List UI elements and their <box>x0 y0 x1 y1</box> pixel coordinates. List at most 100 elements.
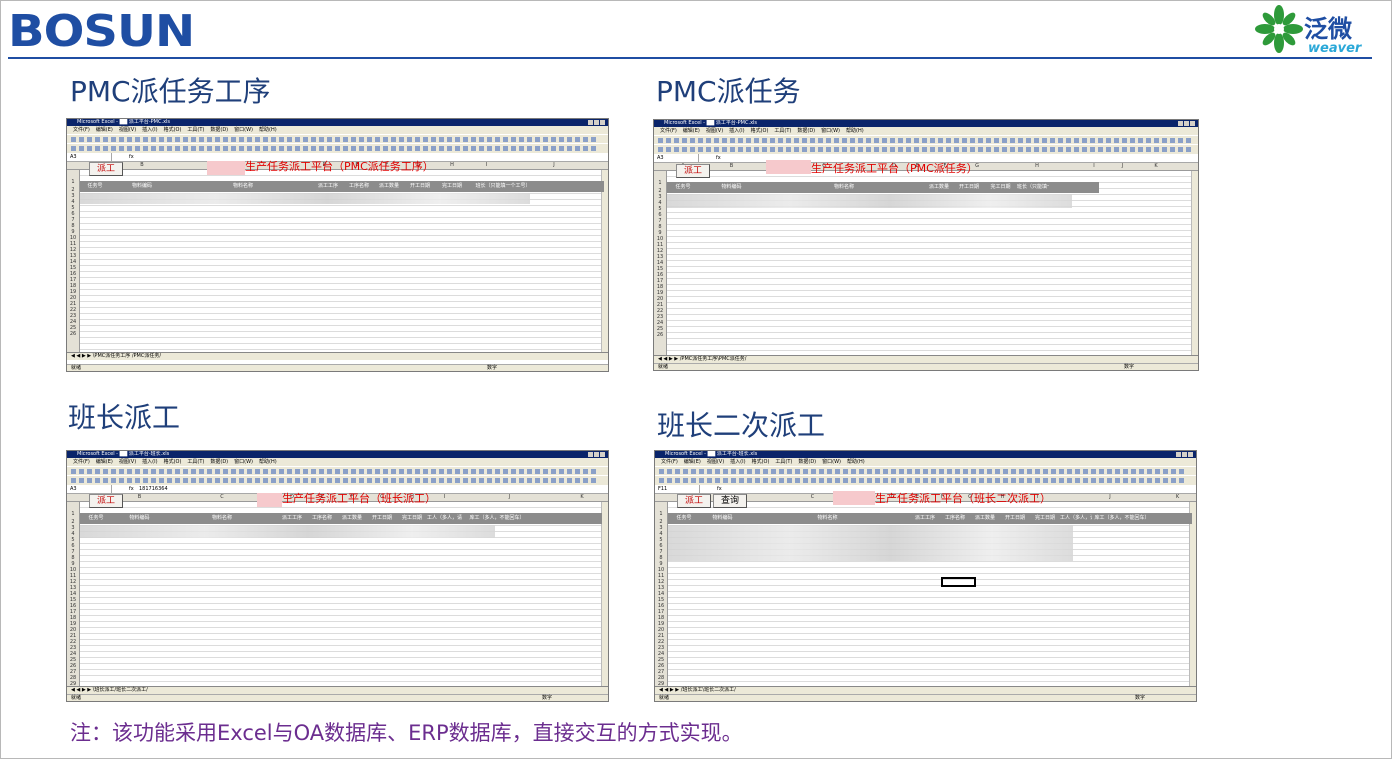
toolbar-button-icon[interactable] <box>1058 138 1063 143</box>
maximize-button[interactable] <box>1184 121 1189 126</box>
toolbar-button-icon[interactable] <box>1130 138 1135 143</box>
toolbar-button-icon[interactable] <box>175 478 180 483</box>
toolbar-button-icon[interactable] <box>279 469 284 474</box>
toolbar-button-icon[interactable] <box>319 469 324 474</box>
toolbar-button-icon[interactable] <box>103 478 108 483</box>
toolbar-button-icon[interactable] <box>1115 469 1120 474</box>
toolbar-button-icon[interactable] <box>1146 138 1151 143</box>
table-header-cell[interactable]: 开工日期 <box>404 181 436 192</box>
toolbar-button-icon[interactable] <box>954 147 959 152</box>
toolbar-button-icon[interactable] <box>1050 147 1055 152</box>
toolbar-button-icon[interactable] <box>543 478 548 483</box>
toolbar-button-icon[interactable] <box>271 469 276 474</box>
toolbar-button-icon[interactable] <box>215 478 220 483</box>
toolbar-button-icon[interactable] <box>1098 138 1103 143</box>
toolbar-button-icon[interactable] <box>215 137 220 142</box>
toolbar-button-icon[interactable] <box>858 147 863 152</box>
toolbar-button-icon[interactable] <box>391 478 396 483</box>
toolbar-button-icon[interactable] <box>335 478 340 483</box>
toolbar-button-icon[interactable] <box>423 146 428 151</box>
toolbar-button-icon[interactable] <box>487 469 492 474</box>
toolbar-button-icon[interactable] <box>391 146 396 151</box>
toolbar-button-icon[interactable] <box>738 147 743 152</box>
toolbar-button-icon[interactable] <box>271 478 276 483</box>
sheet-tabs[interactable]: ◀ ◀ ▶ ▶ \班长派工/班长二次派工/ <box>67 686 608 694</box>
table-header-cell[interactable]: 物料名称 <box>745 513 910 524</box>
toolbar-button-icon[interactable] <box>191 146 196 151</box>
toolbar-button-icon[interactable] <box>263 478 268 483</box>
menu-item[interactable]: 插入(I) <box>729 128 744 134</box>
toolbar-button-icon[interactable] <box>690 138 695 143</box>
toolbar-button-icon[interactable] <box>1171 478 1176 483</box>
toolbar-button-icon[interactable] <box>247 469 252 474</box>
toolbar-button-icon[interactable] <box>994 138 999 143</box>
menu-item[interactable]: 编辑(E) <box>683 128 700 134</box>
toolbar-button-icon[interactable] <box>971 469 976 474</box>
toolbar-button-icon[interactable] <box>575 137 580 142</box>
toolbar-button-icon[interactable] <box>843 469 848 474</box>
toolbar-button-icon[interactable] <box>495 469 500 474</box>
toolbar-button-icon[interactable] <box>858 138 863 143</box>
toolbar-button-icon[interactable] <box>455 137 460 142</box>
toolbar-button-icon[interactable] <box>1002 147 1007 152</box>
toolbar-button-icon[interactable] <box>1075 469 1080 474</box>
column-letter[interactable]: K <box>1136 163 1176 170</box>
toolbar-button-icon[interactable] <box>439 137 444 142</box>
toolbar-button-icon[interactable] <box>375 137 380 142</box>
toolbar-button-icon[interactable] <box>447 478 452 483</box>
toolbar-button-icon[interactable] <box>431 469 436 474</box>
toolbar-button-icon[interactable] <box>931 469 936 474</box>
table-header-cell[interactable]: 任务号 <box>668 513 700 524</box>
toolbar-button-icon[interactable] <box>543 146 548 151</box>
toolbar-button-icon[interactable] <box>1026 147 1031 152</box>
toolbar-button-icon[interactable] <box>882 138 887 143</box>
toolbar-button-icon[interactable] <box>583 137 588 142</box>
toolbar-button-icon[interactable] <box>127 146 132 151</box>
toolbar-button-icon[interactable] <box>1043 478 1048 483</box>
toolbar-button-icon[interactable] <box>79 146 84 151</box>
toolbar-button-icon[interactable] <box>850 138 855 143</box>
toolbar-button-icon[interactable] <box>1106 147 1111 152</box>
toolbar-button-icon[interactable] <box>731 478 736 483</box>
toolbar-button-icon[interactable] <box>1059 478 1064 483</box>
menu-item[interactable]: 窗口(W) <box>234 127 253 133</box>
toolbar-button-icon[interactable] <box>319 478 324 483</box>
toolbar-button-icon[interactable] <box>699 478 704 483</box>
menu-item[interactable]: 文件(F) <box>73 459 90 465</box>
toolbar-button-icon[interactable] <box>567 469 572 474</box>
toolbar-button-icon[interactable] <box>503 478 508 483</box>
table-header-cell[interactable]: 开工日期 <box>367 513 397 524</box>
toolbar-button-icon[interactable] <box>455 146 460 151</box>
toolbar-button-icon[interactable] <box>519 478 524 483</box>
toolbar-button-icon[interactable] <box>95 469 100 474</box>
toolbar-button-icon[interactable] <box>834 147 839 152</box>
toolbar-button-icon[interactable] <box>551 137 556 142</box>
toolbar-button-icon[interactable] <box>898 147 903 152</box>
toolbar-button-icon[interactable] <box>223 146 228 151</box>
toolbar-button-icon[interactable] <box>319 137 324 142</box>
toolbar-button-icon[interactable] <box>731 469 736 474</box>
toolbar-button-icon[interactable] <box>119 469 124 474</box>
toolbar-button-icon[interactable] <box>1163 469 1168 474</box>
toolbar-button-icon[interactable] <box>819 469 824 474</box>
toolbar-button-icon[interactable] <box>995 478 1000 483</box>
toolbar-button-icon[interactable] <box>127 478 132 483</box>
toolbar-button-icon[interactable] <box>795 478 800 483</box>
table-header-cell[interactable]: 工序名称 <box>940 513 970 524</box>
toolbar-button-icon[interactable] <box>899 478 904 483</box>
minimize-button[interactable] <box>1176 452 1181 457</box>
toolbar-button-icon[interactable] <box>1178 147 1183 152</box>
toolbar-button-icon[interactable] <box>255 146 260 151</box>
toolbar-button-icon[interactable] <box>183 137 188 142</box>
toolbar-button-icon[interactable] <box>946 147 951 152</box>
table-header-cell[interactable]: 任务号 <box>667 182 699 193</box>
toolbar-button-icon[interactable] <box>826 147 831 152</box>
toolbar-button-icon[interactable] <box>367 146 372 151</box>
toolbar-button-icon[interactable] <box>1098 147 1103 152</box>
toolbar-button-icon[interactable] <box>447 469 452 474</box>
toolbar-button-icon[interactable] <box>682 147 687 152</box>
toolbar-button-icon[interactable] <box>111 146 116 151</box>
toolbar-button-icon[interactable] <box>575 469 580 474</box>
toolbar-button-icon[interactable] <box>659 469 664 474</box>
toolbar-button-icon[interactable] <box>786 147 791 152</box>
